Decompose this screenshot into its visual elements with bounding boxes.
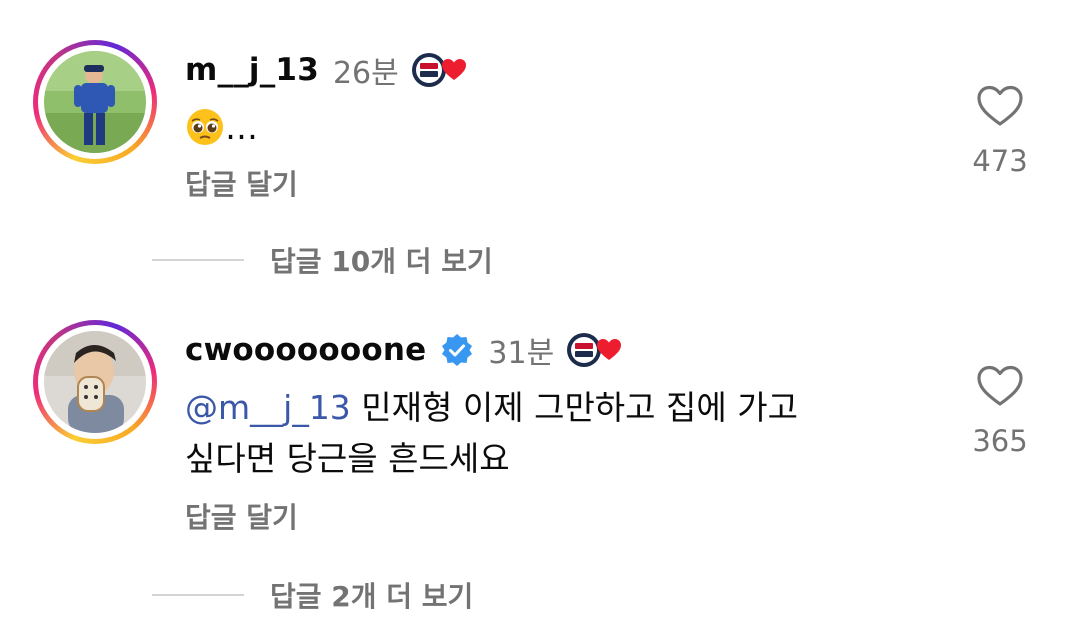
heart-badge-icon bbox=[597, 339, 622, 360]
comments-screen: m__j_13 26분 … 답글 달기 473 답글 10개 더 보기 cwoo… bbox=[0, 0, 1080, 636]
like-control: 365 bbox=[960, 364, 1040, 458]
timestamp: 26분 bbox=[332, 56, 399, 91]
view-replies-label: 답글 2개 더 보기 bbox=[270, 580, 474, 613]
heart-badge-icon bbox=[441, 59, 466, 80]
divider bbox=[152, 259, 244, 261]
heart-icon[interactable] bbox=[976, 84, 1024, 128]
like-count: 365 bbox=[972, 424, 1028, 458]
timestamp: 31분 bbox=[488, 336, 555, 371]
avatar bbox=[44, 51, 146, 153]
reply-button[interactable]: 답글 달기 bbox=[185, 163, 298, 203]
avatar bbox=[44, 331, 146, 433]
comment-header: m__j_13 26분 bbox=[185, 48, 467, 92]
team-badge bbox=[411, 52, 467, 88]
comment-item: cwooooooone 31분 @m__j_13 민재형 이제 그만하고 집에 bbox=[0, 320, 1080, 535]
comment-header: cwooooooone 31분 bbox=[185, 328, 622, 372]
divider bbox=[152, 594, 244, 596]
like-count: 473 bbox=[972, 144, 1028, 178]
view-more-replies-button[interactable]: 답글 2개 더 보기 bbox=[152, 575, 473, 615]
comment-text: @m__j_13 민재형 이제 그만하고 집에 가고 싶다면 당근을 흔드세요 bbox=[185, 388, 798, 478]
username[interactable]: cwooooooone bbox=[185, 332, 426, 368]
heart-icon[interactable] bbox=[976, 364, 1024, 408]
avatar-story-ring[interactable] bbox=[33, 320, 157, 444]
mention-link[interactable]: @m__j_13 bbox=[185, 388, 351, 427]
comment-item: m__j_13 26분 … 답글 달기 473 bbox=[0, 40, 1080, 210]
team-badge bbox=[566, 332, 622, 368]
avatar-story-ring[interactable] bbox=[33, 40, 157, 164]
pleading-face-emoji-icon bbox=[187, 109, 223, 145]
like-control: 473 bbox=[960, 84, 1040, 178]
verified-badge-icon bbox=[442, 334, 473, 366]
view-more-replies-button[interactable]: 답글 10개 더 보기 bbox=[152, 240, 493, 280]
username[interactable]: m__j_13 bbox=[185, 52, 319, 88]
reply-button[interactable]: 답글 달기 bbox=[185, 496, 298, 536]
comment-text: … bbox=[185, 102, 925, 153]
view-replies-label: 답글 10개 더 보기 bbox=[270, 245, 493, 278]
